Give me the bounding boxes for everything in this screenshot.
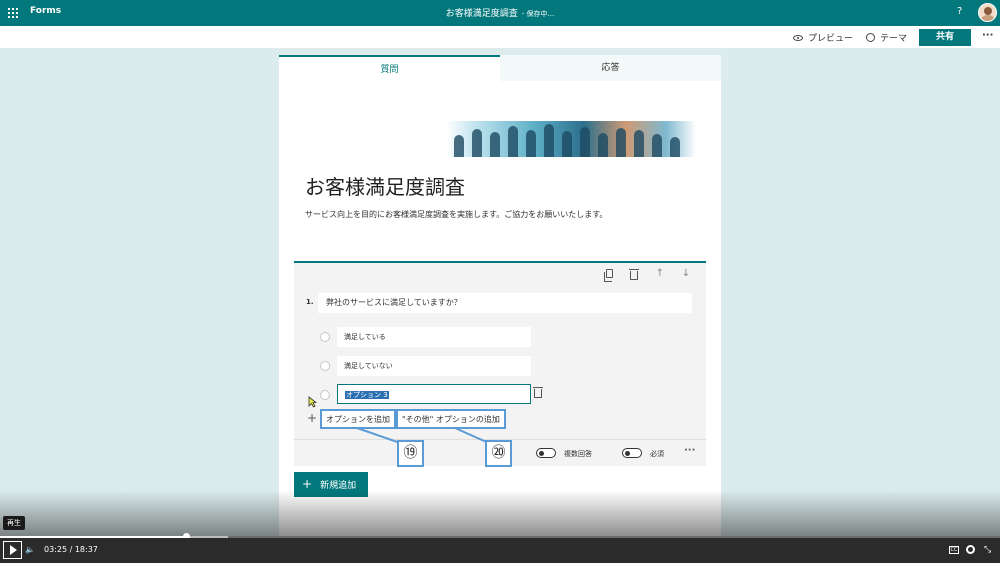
question-number: 1. [306,298,314,306]
option-radio [320,361,330,371]
more-options-icon[interactable]: ··· [982,30,993,41]
settings-icon[interactable] [966,545,975,554]
option-field-1[interactable]: 満足している [337,327,531,347]
command-bar: プレビュー テーマ 共有 ··· [0,26,1000,48]
fullscreen-icon[interactable]: ⤡ [984,545,991,555]
play-button[interactable] [3,541,22,559]
copy-icon[interactable] [604,269,613,282]
option-field-3[interactable]: オプション 3 [337,384,531,404]
document-title: お客様満足度調査 - 保存中... [0,6,1000,19]
time-display: 03:25 / 18:37 [44,545,98,554]
share-button[interactable]: 共有 [919,29,971,46]
add-other-option-button[interactable]: "その他" オプションの追加 [396,409,506,429]
form-title[interactable]: お客様満足度調査 [305,171,465,200]
preview-button[interactable]: プレビュー [793,31,853,44]
tab-bar: 質問 応答 [279,55,721,81]
option-field-3-selection: オプション 3 [345,391,389,399]
palette-icon [866,33,875,42]
preview-label: プレビュー [808,34,854,44]
theme-button[interactable]: テーマ [866,31,907,44]
mouse-cursor-icon [308,396,317,408]
tab-responses[interactable]: 応答 [500,55,721,81]
play-tooltip: 再生 [3,516,25,530]
move-up-icon[interactable]: ↑ [655,269,665,279]
add-icon[interactable]: + [307,411,317,425]
header-banner-image [446,121,696,157]
option-radio [320,332,330,342]
save-status: - 保存中... [521,10,555,18]
plus-icon: + [302,477,313,491]
document-title-text: お客様満足度調査 [445,9,518,19]
theme-label: テーマ [880,34,908,44]
player-controls: 🔈 03:25 / 18:37 CC ⤡ [0,538,1000,563]
question-editor: ↑ ↓ 1. 弊社のサービスに満足していますか？ 満足している 満足していない … [294,261,706,466]
volume-icon[interactable]: 🔈 [25,545,35,554]
callout-badge-19: ⑲ [397,440,424,467]
question-more-icon[interactable]: ··· [684,445,695,456]
callout-badge-20: ⑳ [485,440,512,467]
delete-option-icon[interactable] [533,387,543,398]
option-field-2[interactable]: 満足していない [337,356,531,376]
move-down-icon[interactable]: ↓ [681,269,691,279]
top-bar: Forms お客様満足度調査 - 保存中... ? [0,0,1000,26]
add-option-button[interactable]: オプションを追加 [320,409,396,429]
eye-icon [793,34,803,41]
option-radio [320,390,330,400]
player-overlay [0,490,1000,537]
form-card: 質問 応答 お客様満足度調査 サービス向上を目的にお客様満足度調査を実施します。… [279,55,721,545]
multiple-answers-toggle[interactable] [536,448,556,458]
form-description[interactable]: サービス向上を目的にお客様満足度調査を実施します。ご協力をお願いいたします。 [305,209,607,220]
required-label: 必須 [650,450,664,458]
question-text-field[interactable]: 弊社のサービスに満足していますか？ [318,293,692,313]
delete-icon[interactable] [629,269,639,280]
avatar[interactable] [978,3,997,22]
captions-icon[interactable]: CC [949,546,959,554]
multiple-answers-label: 複数回答 [564,450,592,458]
required-toggle[interactable] [622,448,642,458]
help-button[interactable]: ? [957,6,962,17]
tab-questions[interactable]: 質問 [279,55,500,81]
